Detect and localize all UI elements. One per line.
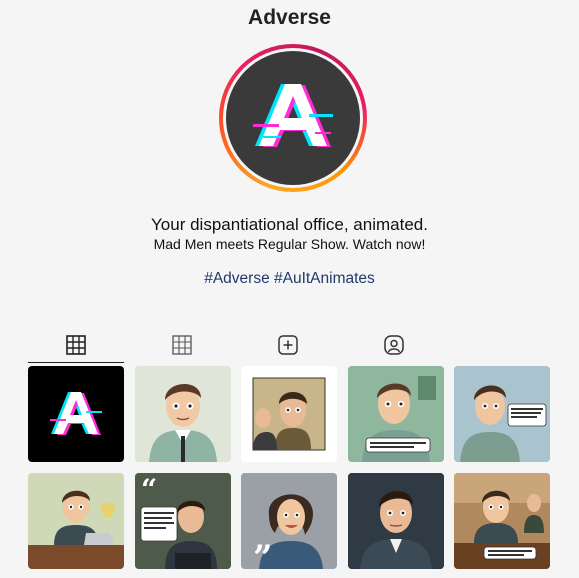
tab-secondary-grid[interactable] (134, 328, 230, 362)
tab-tagged[interactable] (346, 328, 442, 362)
profile-tabs (28, 328, 552, 364)
tab-posts-grid[interactable] (28, 328, 124, 363)
post-tile[interactable] (454, 366, 550, 462)
post-tile[interactable]: ” (241, 473, 337, 569)
cartoon-desk-image (28, 473, 124, 569)
cartoon-desk-speech-image (454, 473, 550, 569)
profile-name: Adverse (248, 6, 331, 29)
tab-create[interactable] (240, 328, 336, 362)
svg-text:”: ” (253, 538, 273, 569)
post-tile[interactable] (348, 473, 444, 569)
cartoon-framed-image (241, 366, 337, 462)
grid-icon (172, 335, 192, 355)
cartoon-speech-image (454, 366, 550, 462)
grid-icon (66, 335, 86, 355)
hashtags-link[interactable]: #Adverse #AuItAnimates (0, 270, 579, 288)
post-tile[interactable] (28, 473, 124, 569)
cartoon-dark-image (348, 473, 444, 569)
post-tile[interactable] (28, 366, 124, 462)
plus-square-icon (278, 335, 298, 355)
svg-text:“: “ (141, 473, 157, 506)
cartoon-quote-woman-image: ” (241, 473, 337, 569)
profile-avatar[interactable] (219, 44, 367, 192)
post-tile[interactable] (241, 366, 337, 462)
bio-line-2: Mad Men meets Regular Show. Watch now! (153, 236, 426, 252)
post-tile[interactable] (348, 366, 444, 462)
post-tile[interactable] (135, 366, 231, 462)
brand-logo-icon (50, 392, 102, 435)
cartoon-man-image (135, 366, 231, 462)
cartoon-speech-image (348, 366, 444, 462)
bio-line-1: Your dispantiational office, animated. (151, 215, 428, 234)
tagged-person-icon (384, 335, 404, 355)
post-tile[interactable] (454, 473, 550, 569)
cartoon-quote-image: “ (135, 473, 231, 569)
brand-logo-icon (253, 84, 333, 147)
post-tile[interactable]: “ (135, 473, 231, 569)
